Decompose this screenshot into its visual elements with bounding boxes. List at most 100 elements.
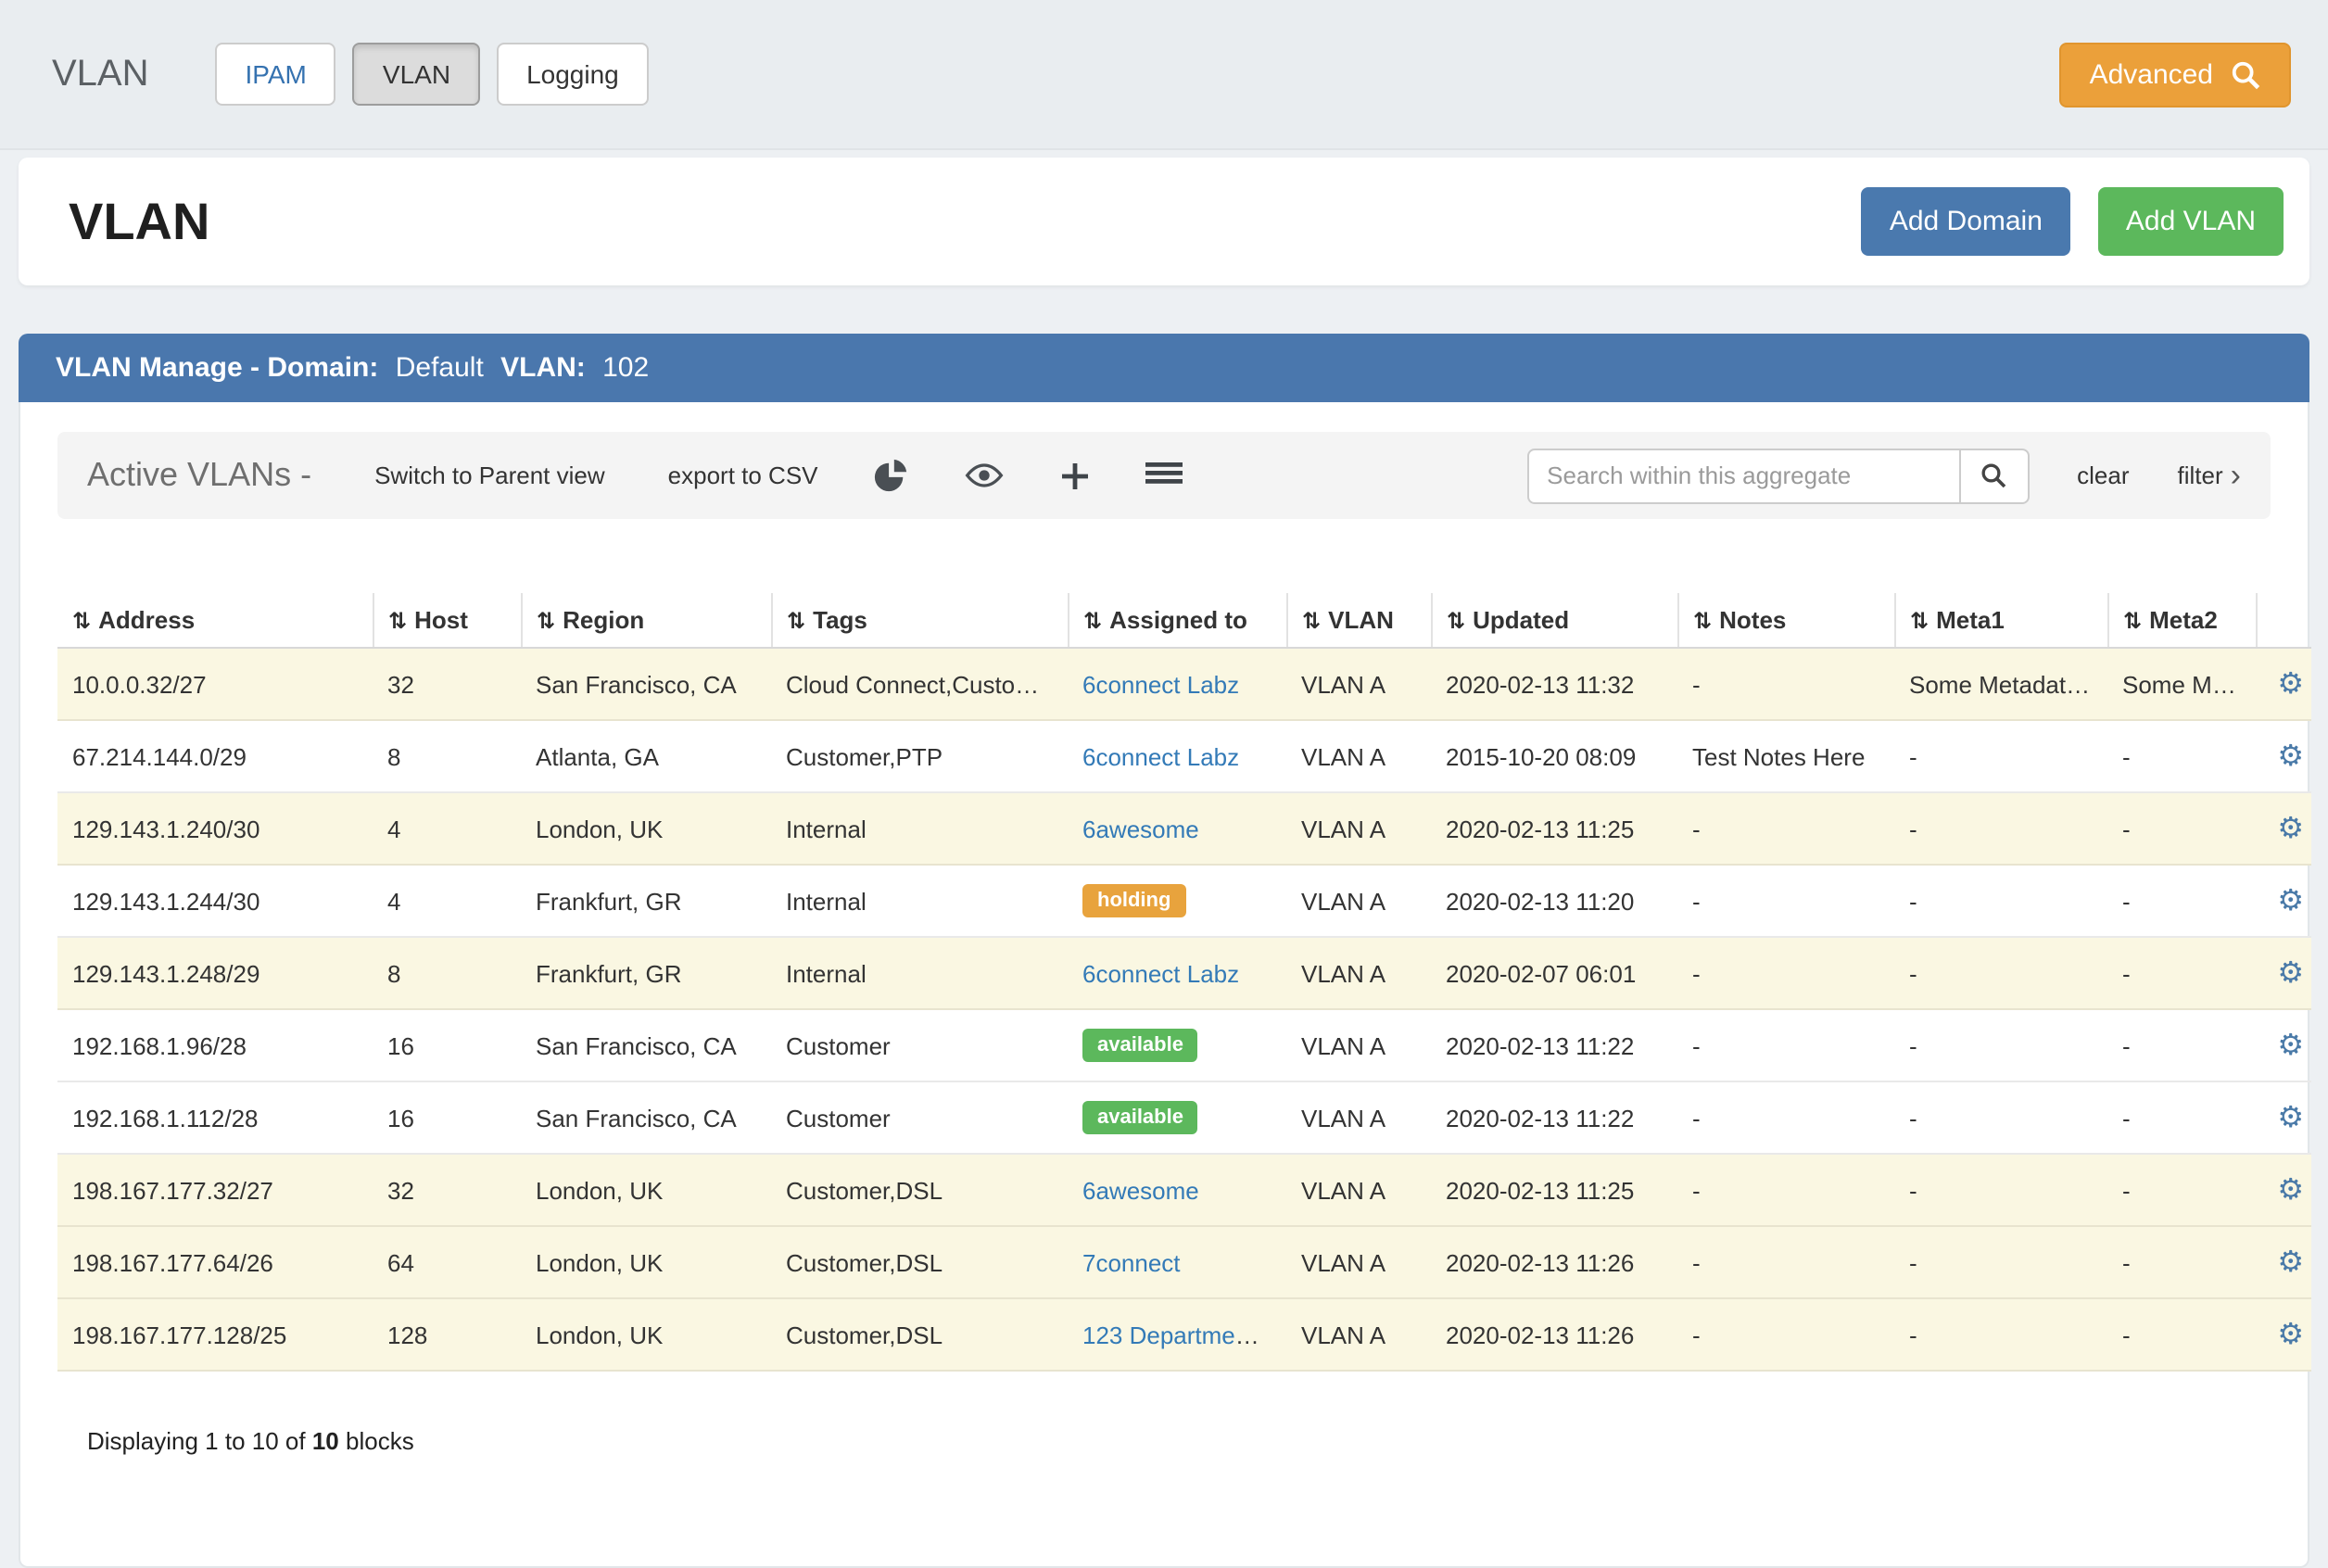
cell-updated: 2020-02-07 06:01 [1431,937,1677,1009]
cell-vlan: VLAN A [1286,1226,1431,1298]
column-label: VLAN [1328,606,1394,634]
cell-assigned-to: 7connect [1068,1226,1286,1298]
column-label: Address [98,606,195,634]
gear-icon[interactable]: ⚙ [2277,1103,2304,1134]
status-badge: holding [1082,884,1185,917]
cell-notes: - [1677,792,1894,865]
table-row: 10.0.0.32/2732San Francisco, CACloud Con… [57,648,2311,720]
cell-notes: - [1677,648,1894,720]
add-block-button[interactable] [1061,461,1091,490]
chart-toggle[interactable] [874,458,909,493]
cell-actions: ⚙ [2256,865,2311,937]
cell-updated: 2020-02-13 11:22 [1431,1081,1677,1154]
assigned-resource-link[interactable]: 6awesome [1082,815,1199,842]
sort-icon: ⇅ [2123,608,2142,634]
cell-notes: - [1677,1009,1894,1081]
cell-address: 10.0.0.32/27 [57,648,373,720]
search-icon [1980,462,2007,489]
gear-icon[interactable]: ⚙ [2277,814,2304,845]
search-icon [2230,58,2261,90]
cell-actions: ⚙ [2256,937,2311,1009]
column-header-meta1[interactable]: ⇅Meta1 [1894,593,2107,648]
advanced-search-button[interactable]: Advanced [2060,42,2291,107]
cell-assigned-to: 6awesome [1068,792,1286,865]
gear-icon[interactable]: ⚙ [2277,1320,2304,1351]
cell-address: 198.167.177.32/27 [57,1154,373,1226]
cell-vlan: VLAN A [1286,937,1431,1009]
column-header-notes[interactable]: ⇅Notes [1677,593,1894,648]
panel-header-vlan-label: VLAN: [500,352,586,384]
column-label: Meta1 [1936,606,2005,634]
table-row: 129.143.1.240/304London, UKInternal6awes… [57,792,2311,865]
aggregate-search-input[interactable] [1526,448,1960,503]
screen: VLAN IPAM VLAN Logging Advanced VLAN Add… [0,0,2328,1381]
cell-region: London, UK [521,1298,771,1371]
column-label: Notes [1719,606,1786,634]
gear-icon[interactable]: ⚙ [2277,1031,2304,1062]
visibility-toggle[interactable] [965,462,1006,489]
cell-host: 64 [373,1226,521,1298]
tab-logging[interactable]: Logging [497,43,649,106]
gear-icon[interactable]: ⚙ [2277,1175,2304,1207]
cell-meta2: - [2107,720,2256,792]
assigned-resource-link[interactable]: 7connect [1082,1248,1181,1276]
column-label: Updated [1473,606,1569,634]
cell-assigned-to: 6connect Labz [1068,937,1286,1009]
aggregate-search-group [1526,448,2029,503]
cell-region: San Francisco, CA [521,1081,771,1154]
cell-address: 198.167.177.64/26 [57,1226,373,1298]
aggregate-search-button[interactable] [1960,448,2029,503]
vlan-manage-panel: VLAN Manage - Domain: Default VLAN: 102 … [19,334,2309,1568]
column-label: Region [563,606,644,634]
list-view-button[interactable] [1146,461,1183,490]
cell-updated: 2020-02-13 11:25 [1431,792,1677,865]
assigned-resource-link[interactable]: 6connect Labz [1082,959,1239,987]
column-header-vlan[interactable]: ⇅VLAN [1286,593,1431,648]
sort-icon: ⇅ [388,608,407,634]
export-to-csv-link[interactable]: export to CSV [668,462,818,489]
cell-actions: ⚙ [2256,1154,2311,1226]
tab-vlan[interactable]: VLAN [353,43,480,106]
cell-actions: ⚙ [2256,1009,2311,1081]
column-header-updated[interactable]: ⇅Updated [1431,593,1677,648]
clear-filter-link[interactable]: clear [2077,462,2129,489]
cell-region: London, UK [521,1154,771,1226]
vlan-table-header-row: ⇅Address⇅Host⇅Region⇅Tags⇅Assigned to⇅VL… [57,593,2311,648]
cell-host: 128 [373,1298,521,1371]
cell-address: 67.214.144.0/29 [57,720,373,792]
add-domain-button[interactable]: Add Domain [1862,187,2070,256]
tab-ipam[interactable]: IPAM [216,43,336,106]
assigned-resource-link[interactable]: 6connect Labz [1082,742,1239,770]
assigned-resource-link[interactable]: 6awesome [1082,1176,1199,1204]
gear-icon[interactable]: ⚙ [2277,958,2304,990]
cell-meta1: - [1894,1226,2107,1298]
gear-icon[interactable]: ⚙ [2277,1247,2304,1279]
column-header-host[interactable]: ⇅Host [373,593,521,648]
cell-region: Atlanta, GA [521,720,771,792]
panel-header-domain-value: Default [396,352,484,384]
assigned-resource-link[interactable]: 6connect Labz [1082,670,1239,698]
app-title: VLAN [52,53,149,95]
filter-link[interactable]: filter› [2178,462,2241,489]
column-header-address[interactable]: ⇅Address [57,593,373,648]
column-header-meta2[interactable]: ⇅Meta2 [2107,593,2256,648]
column-header-tags[interactable]: ⇅Tags [771,593,1068,648]
column-header-region[interactable]: ⇅Region [521,593,771,648]
assigned-resource-link[interactable]: 123 Department… [1082,1321,1279,1348]
cell-assigned-to: 6connect Labz [1068,648,1286,720]
cell-tags: Cloud Connect,Customer [771,648,1068,720]
cell-meta1: - [1894,937,2107,1009]
sort-icon: ⇅ [1083,608,1102,634]
gear-icon[interactable]: ⚙ [2277,886,2304,917]
cell-assigned-to: 6connect Labz [1068,720,1286,792]
cell-meta2: - [2107,1081,2256,1154]
gear-icon[interactable]: ⚙ [2277,741,2304,773]
cell-vlan: VLAN A [1286,1298,1431,1371]
add-vlan-button[interactable]: Add VLAN [2098,187,2284,256]
panel-header-vlan-value: 102 [602,352,649,384]
switch-to-parent-view-link[interactable]: Switch to Parent view [374,462,605,489]
column-header-assigned-to[interactable]: ⇅Assigned to [1068,593,1286,648]
cell-host: 32 [373,1154,521,1226]
gear-icon[interactable]: ⚙ [2277,669,2304,701]
cell-address: 129.143.1.244/30 [57,865,373,937]
